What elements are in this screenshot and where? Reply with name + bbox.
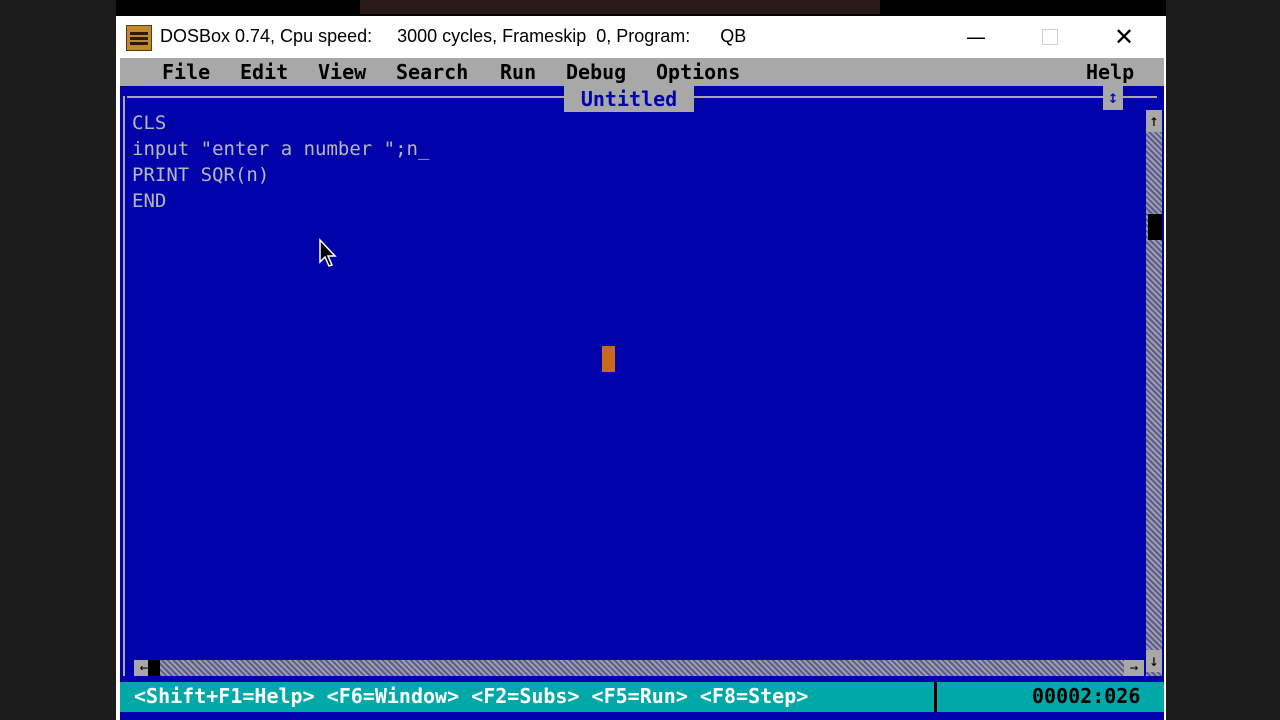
desktop-top [360,0,880,14]
code-line[interactable]: CLS [132,110,429,136]
desktop-left [0,0,116,720]
maximize-button[interactable] [1014,16,1086,58]
code-line[interactable]: input "enter a number ";n_ [132,136,429,162]
mouse-pointer-icon [319,238,337,267]
window-title: DOSBox 0.74, Cpu speed: 3000 cycles, Fra… [160,26,747,46]
menu-options[interactable]: Options [656,60,740,84]
editor-maximize-icon[interactable]: ↕ [1103,86,1123,110]
qbasic-screen: File Edit View Search Run Debug Options … [120,58,1164,720]
scroll-right-icon[interactable]: → [1124,660,1144,676]
horizontal-scrollbar[interactable] [134,660,1142,676]
vertical-scrollbar[interactable] [1146,112,1162,676]
cursor-position: 00002:026 [1032,684,1141,708]
menu-bar: File Edit View Search Run Debug Options … [120,58,1164,86]
menu-help[interactable]: Help [1086,60,1134,84]
title-bar[interactable]: DOSBox 0.74, Cpu speed: 3000 cycles, Fra… [116,16,1166,58]
status-divider [934,682,937,712]
maximize-icon [1042,29,1058,45]
menu-search[interactable]: Search [396,60,468,84]
vertical-scroll-thumb[interactable] [1148,214,1162,240]
close-icon: ✕ [1113,23,1135,51]
status-key-hints: <Shift+F1=Help> <F6=Window> <F2=Subs> <F… [134,684,809,708]
status-bar: <Shift+F1=Help> <F6=Window> <F2=Subs> <F… [120,682,1164,712]
dos-mouse-cursor [602,346,615,372]
code-editor[interactable]: CLS input "enter a number ";n_ PRINT SQR… [132,110,429,214]
desktop-right [1166,0,1280,720]
menu-debug[interactable]: Debug [566,60,626,84]
scroll-down-icon[interactable]: ↓ [1146,650,1162,672]
scroll-up-icon[interactable]: ↑ [1146,110,1162,132]
menu-run[interactable]: Run [500,60,536,84]
document-title: Untitled [564,86,694,112]
menu-view[interactable]: View [318,60,366,84]
close-button[interactable]: ✕ [1088,16,1160,58]
menu-edit[interactable]: Edit [240,60,288,84]
minimize-icon: — [966,25,986,49]
minimize-button[interactable]: — [940,16,1012,58]
code-line[interactable]: END [132,188,429,214]
dosbox-app-icon [126,25,152,51]
dosbox-window: DOSBox 0.74, Cpu speed: 3000 cycles, Fra… [116,16,1166,720]
menu-file[interactable]: File [162,60,210,84]
editor-frame-left [123,96,125,676]
horizontal-scroll-thumb[interactable] [148,660,160,676]
code-line[interactable]: PRINT SQR(n) [132,162,429,188]
